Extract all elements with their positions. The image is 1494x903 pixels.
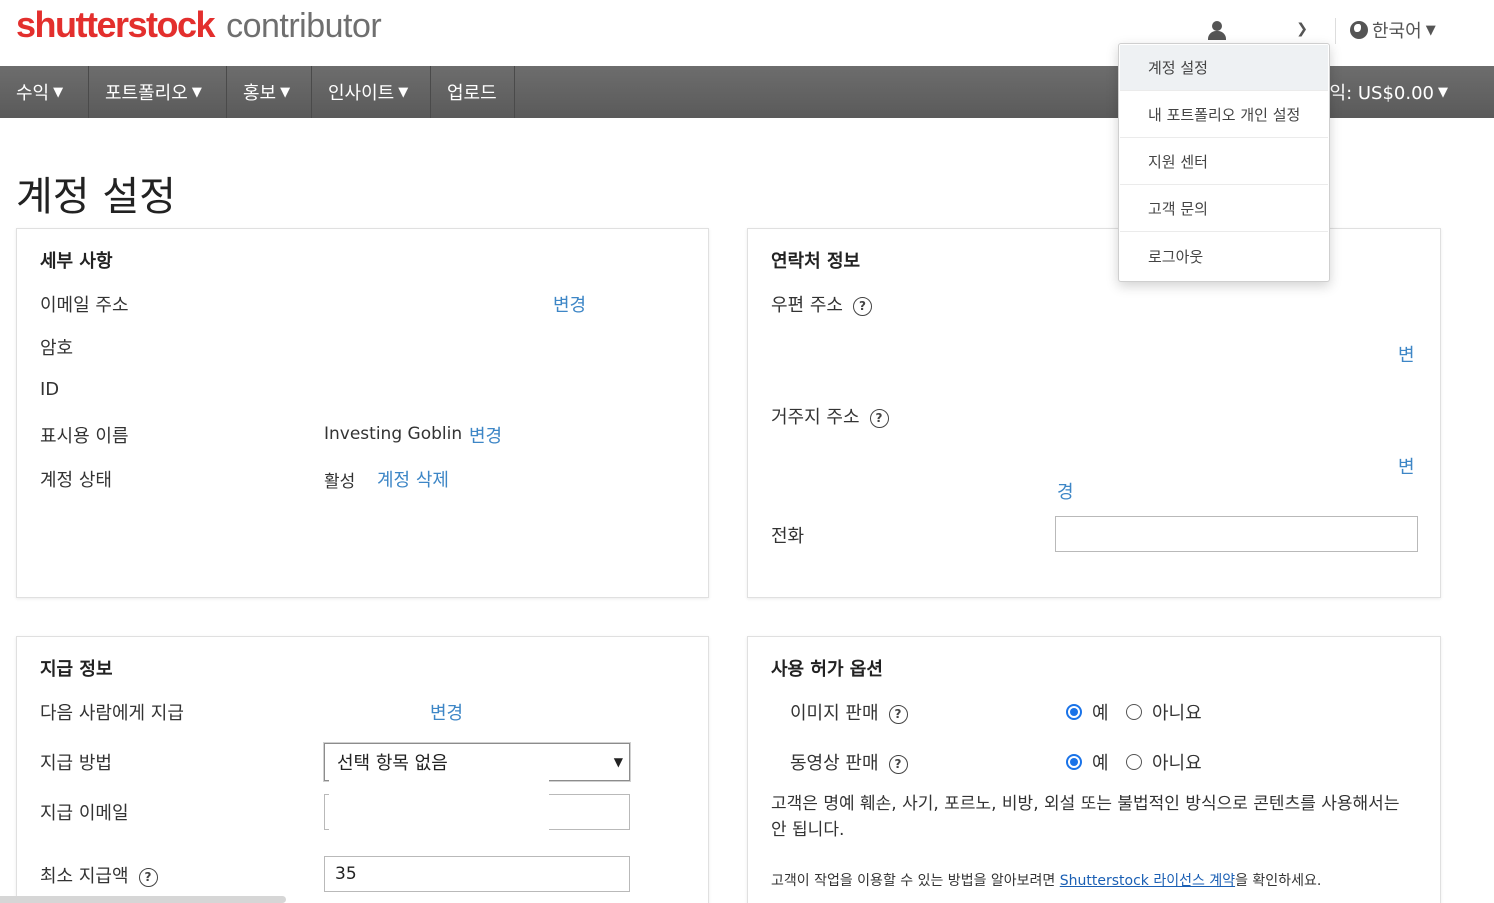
menu-item-account-settings[interactable]: 계정 설정 — [1120, 45, 1328, 91]
id-label: ID — [40, 379, 60, 400]
logo-brand: shutterstock — [16, 4, 216, 45]
postal-address-change-link[interactable]: 변 — [1398, 341, 1415, 367]
menu-item-portfolio-settings[interactable]: 내 포트폴리오 개인 설정 — [1120, 92, 1328, 138]
residence-address-change-link[interactable]: 변 — [1398, 453, 1415, 479]
nav-item-label: 업로드 — [447, 83, 497, 104]
page-title: 계정 설정 — [16, 174, 176, 220]
display-name-value: Investing Goblin — [324, 424, 463, 444]
chevron-down-icon: ❯ — [1296, 21, 1308, 37]
help-icon[interactable]: ? — [869, 408, 889, 428]
logo-sub: contributor — [226, 7, 382, 45]
postal-address-label: 우편 주소? — [771, 291, 872, 317]
nav-item-insights[interactable]: 인사이트 ▼ — [312, 66, 431, 118]
image-sales-label: 이미지 판매? — [790, 699, 908, 725]
nav-item-upload[interactable]: 업로드 — [431, 66, 515, 118]
postal-address-text: 우편 주소 — [771, 295, 843, 316]
chevron-down-icon: ▼ — [191, 84, 202, 100]
chevron-down-icon: ▼ — [53, 84, 64, 100]
details-card: 세부 사항 이메일 주소 변경 암호 ID 표시용 이름 Investing G… — [16, 228, 709, 598]
card-title: 사용 허가 옵션 — [771, 659, 883, 680]
payment-method-value: 선택 항목 없음 — [337, 753, 448, 774]
payment-method-popup-blank — [329, 777, 549, 833]
licensing-card: 사용 허가 옵션 이미지 판매? 예 아니요 동영상 판매? 예 아니요 고객은… — [747, 636, 1441, 903]
payment-method-label: 지급 방법 — [40, 753, 112, 774]
delete-account-link[interactable]: 계정 삭제 — [377, 466, 449, 492]
horizontal-scrollbar[interactable] — [0, 896, 286, 903]
payee-change-link[interactable]: 변경 — [430, 699, 463, 725]
chevron-down-icon: ▼ — [280, 84, 291, 100]
language-label: 한국어 — [1372, 21, 1422, 42]
chevron-down-icon: ▼ — [398, 84, 409, 100]
minimum-payout-label: 최소 지급액? — [40, 862, 158, 888]
email-label: 이메일 주소 — [40, 295, 129, 316]
password-label: 암호 — [40, 338, 74, 359]
menu-item-contact-us[interactable]: 고객 문의 — [1120, 186, 1328, 232]
minimum-payout-text: 최소 지급액 — [40, 866, 129, 887]
account-status-label: 계정 상태 — [40, 470, 112, 491]
card-title: 연락처 정보 — [771, 251, 861, 272]
license-info-suffix: 을 확인하세요. — [1235, 873, 1322, 889]
video-sales-yes-radio[interactable] — [1066, 754, 1082, 770]
display-name-label: 표시용 이름 — [40, 426, 129, 447]
help-icon[interactable]: ? — [852, 296, 872, 316]
payment-method-select[interactable]: 선택 항목 없음 ▼ — [324, 743, 630, 781]
video-sales-label: 동영상 판매? — [790, 749, 908, 775]
video-sales-yes-label: 예 — [1092, 753, 1109, 774]
help-icon[interactable]: ? — [888, 754, 908, 774]
account-status-value: 활성 — [324, 472, 356, 492]
help-icon[interactable]: ? — [888, 704, 908, 724]
chevron-down-icon: ▼ — [613, 755, 623, 769]
license-agreement-link[interactable]: Shutterstock 라이선스 계약 — [1060, 873, 1235, 889]
globe-icon — [1350, 21, 1368, 39]
earnings-label: 익: US$0.00 — [1329, 83, 1434, 104]
image-sales-yes-label: 예 — [1092, 703, 1109, 724]
email-change-link[interactable]: 변경 — [553, 291, 586, 317]
residence-address-text: 거주지 주소 — [771, 407, 860, 428]
card-title: 지급 정보 — [40, 659, 113, 680]
menu-item-support-center[interactable]: 지원 센터 — [1120, 139, 1328, 185]
header-divider — [1335, 18, 1336, 44]
user-dropdown-menu: 계정 설정 내 포트폴리오 개인 설정 지원 센터 고객 문의 로그아웃 — [1118, 43, 1330, 282]
contact-card: 연락처 정보 우편 주소? 변 거주지 주소? 변 경 전화 — [747, 228, 1441, 598]
video-sales-text: 동영상 판매 — [790, 753, 879, 774]
nav-item-label: 홍보 — [243, 83, 277, 104]
shutterstock-logo[interactable]: shutterstock contributor — [16, 4, 382, 45]
residence-address-change-link-wrap[interactable]: 경 — [1057, 478, 1074, 504]
phone-input[interactable] — [1055, 516, 1418, 552]
nav-item-label: 수익 — [16, 83, 50, 104]
phone-label: 전화 — [771, 526, 805, 547]
earnings-summary[interactable]: 익: US$0.00 ▼ — [1330, 66, 1448, 118]
chevron-down-icon: ▼ — [1425, 22, 1436, 38]
chevron-down-icon: ▼ — [1438, 84, 1448, 100]
user-menu-button[interactable]: ❯ — [1206, 14, 1318, 46]
payee-label: 다음 사람에게 지급 — [40, 703, 184, 724]
nav-item-promote[interactable]: 홍보 ▼ — [227, 66, 312, 118]
image-sales-no-radio[interactable] — [1126, 704, 1142, 720]
nav-item-portfolio[interactable]: 포트폴리오 ▼ — [89, 66, 227, 118]
display-name-change-link[interactable]: 변경 — [469, 422, 502, 448]
payment-email-label: 지급 이메일 — [40, 803, 129, 824]
license-info: 고객이 작업을 이용할 수 있는 방법을 알아보려면 Shutterstock … — [771, 870, 1321, 890]
menu-item-logout[interactable]: 로그아웃 — [1120, 233, 1328, 279]
user-icon — [1206, 19, 1228, 41]
image-sales-no-label: 아니요 — [1152, 703, 1202, 724]
language-selector[interactable]: 한국어 ▼ — [1350, 16, 1436, 44]
video-sales-no-label: 아니요 — [1152, 753, 1202, 774]
card-title: 세부 사항 — [40, 251, 113, 272]
image-sales-text: 이미지 판매 — [790, 703, 879, 724]
minimum-payout-input[interactable]: 35 — [324, 856, 630, 892]
residence-address-label: 거주지 주소? — [771, 403, 889, 429]
usage-notice: 고객은 명예 훼손, 사기, 포르노, 비방, 외설 또는 불법적인 방식으로 … — [771, 794, 1400, 840]
image-sales-yes-radio[interactable] — [1066, 704, 1082, 720]
nav-item-earnings[interactable]: 수익 ▼ — [0, 66, 89, 118]
nav-item-label: 인사이트 — [328, 83, 395, 104]
nav-item-label: 포트폴리오 — [105, 83, 188, 104]
license-info-prefix: 고객이 작업을 이용할 수 있는 방법을 알아보려면 — [771, 873, 1060, 889]
help-icon[interactable]: ? — [138, 867, 158, 887]
video-sales-no-radio[interactable] — [1126, 754, 1142, 770]
payment-card: 지급 정보 다음 사람에게 지급 변경 지급 방법 선택 항목 없음 ▼ 지급 … — [16, 636, 709, 903]
